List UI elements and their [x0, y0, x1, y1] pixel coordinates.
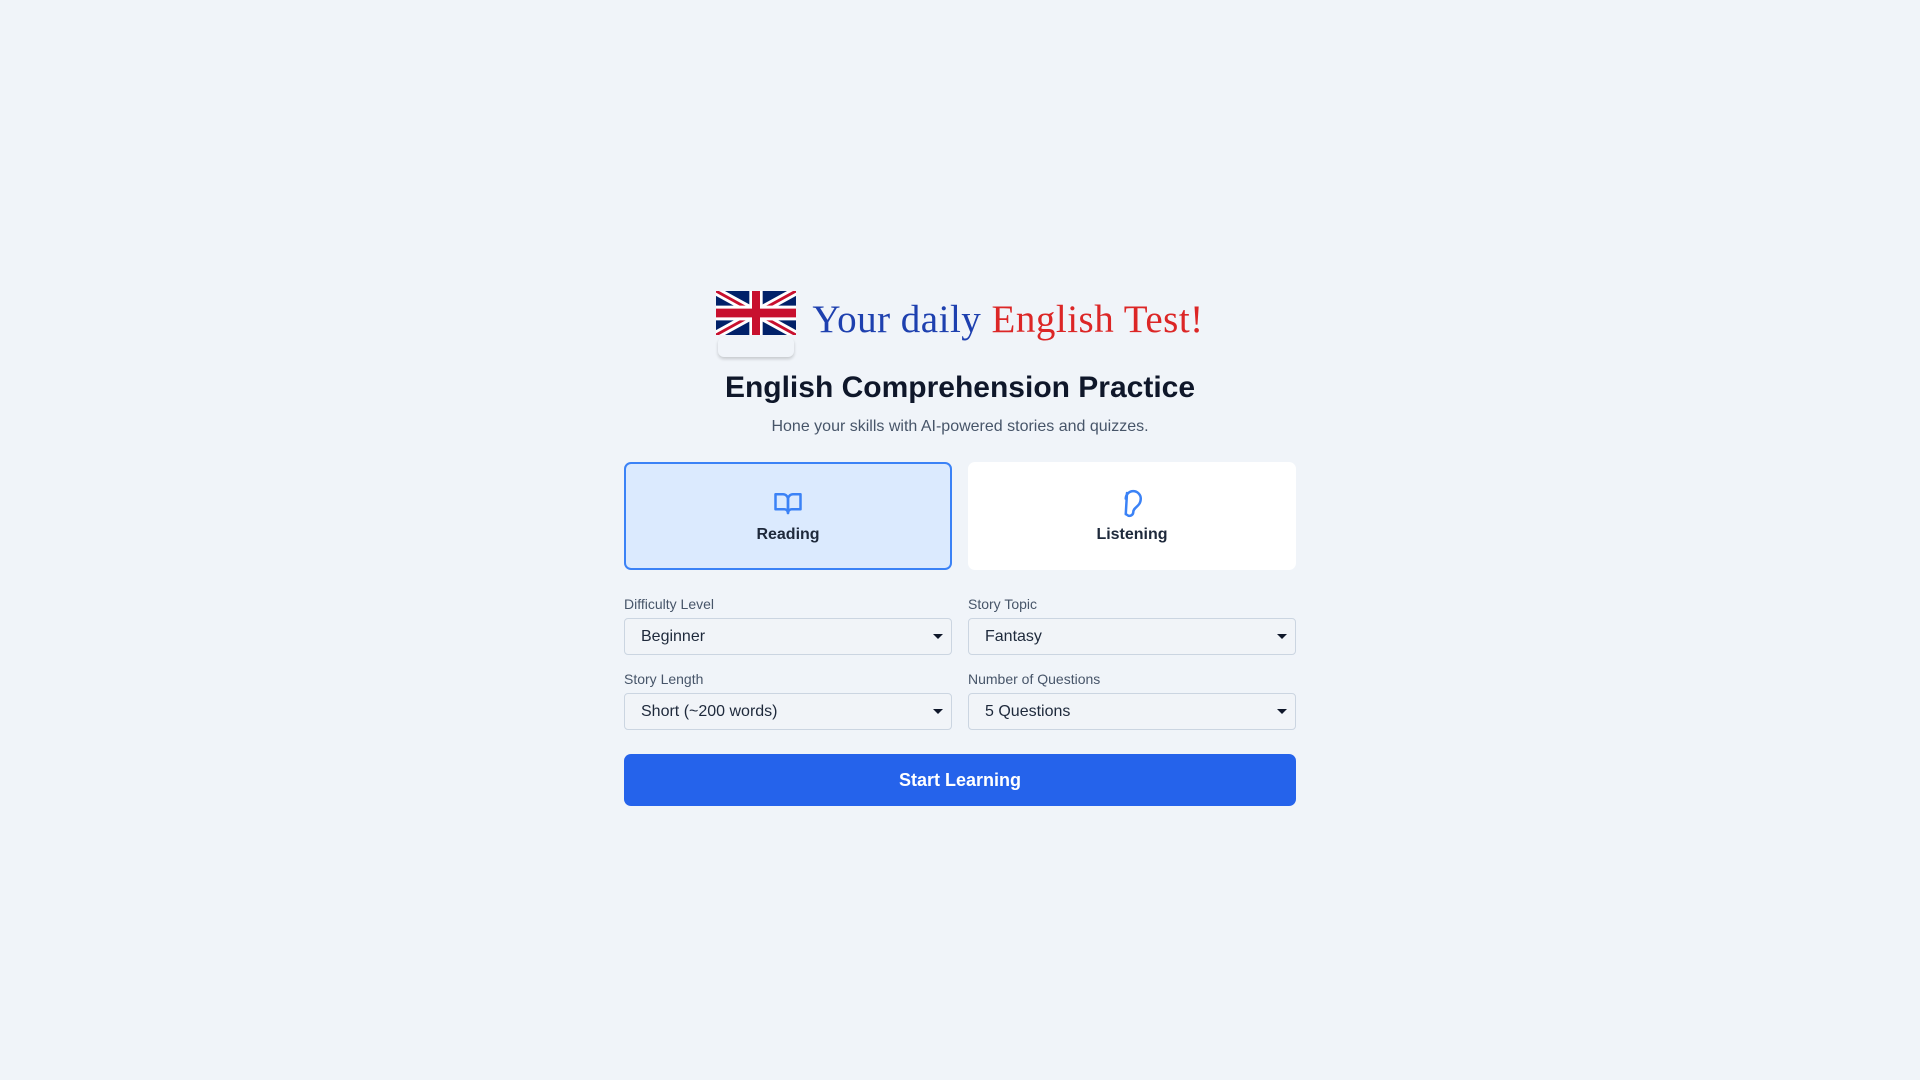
- open-book-icon: [774, 493, 802, 515]
- difficulty-field: Difficulty Level Beginner: [624, 596, 952, 655]
- mode-card-listening[interactable]: Listening: [968, 462, 1296, 570]
- topic-label: Story Topic: [968, 596, 1037, 612]
- mode-selector: Reading Listening: [624, 462, 1296, 570]
- questions-label: Number of Questions: [968, 671, 1101, 687]
- difficulty-select[interactable]: Beginner: [624, 618, 952, 655]
- chevron-down-icon: [1277, 634, 1287, 639]
- length-select[interactable]: Short (~200 words): [624, 693, 952, 730]
- length-label: Story Length: [624, 671, 704, 687]
- questions-field: Number of Questions 5 Questions: [968, 671, 1296, 730]
- mode-label-reading: Reading: [756, 526, 820, 543]
- mode-card-reading[interactable]: Reading: [624, 462, 952, 570]
- chevron-down-icon: [933, 634, 943, 639]
- topic-select[interactable]: Fantasy: [968, 618, 1296, 655]
- mode-label-listening: Listening: [1096, 526, 1168, 543]
- settings-grid: Difficulty Level Beginner Story Topic Fa…: [624, 596, 1296, 730]
- practice-setup-panel: Your daily English Test! English Compreh…: [624, 288, 1296, 806]
- length-value: Short (~200 words): [641, 702, 778, 720]
- chevron-down-icon: [1277, 709, 1287, 714]
- questions-select[interactable]: 5 Questions: [968, 693, 1296, 730]
- brand-title: Your daily English Test!: [812, 297, 1203, 342]
- difficulty-value: Beginner: [641, 627, 706, 645]
- brand-header: Your daily English Test!: [624, 288, 1296, 358]
- start-learning-button[interactable]: Start Learning: [624, 754, 1296, 806]
- brand-title-part1: Your daily: [812, 297, 982, 341]
- page-subtitle: Hone your skills with AI-powered stories…: [771, 418, 1149, 435]
- uk-flag-icon: [716, 289, 797, 357]
- app-page: Your daily English Test! English Compreh…: [0, 0, 1920, 1080]
- ear-icon: [1124, 489, 1142, 518]
- length-field: Story Length Short (~200 words): [624, 671, 952, 730]
- questions-value: 5 Questions: [985, 702, 1071, 720]
- brand-title-part2: English Test!: [991, 297, 1204, 341]
- topic-field: Story Topic Fantasy: [968, 596, 1296, 655]
- difficulty-label: Difficulty Level: [624, 596, 715, 612]
- chevron-down-icon: [933, 709, 943, 714]
- topic-value: Fantasy: [985, 627, 1042, 645]
- page-title: English Comprehension Practice: [724, 371, 1196, 404]
